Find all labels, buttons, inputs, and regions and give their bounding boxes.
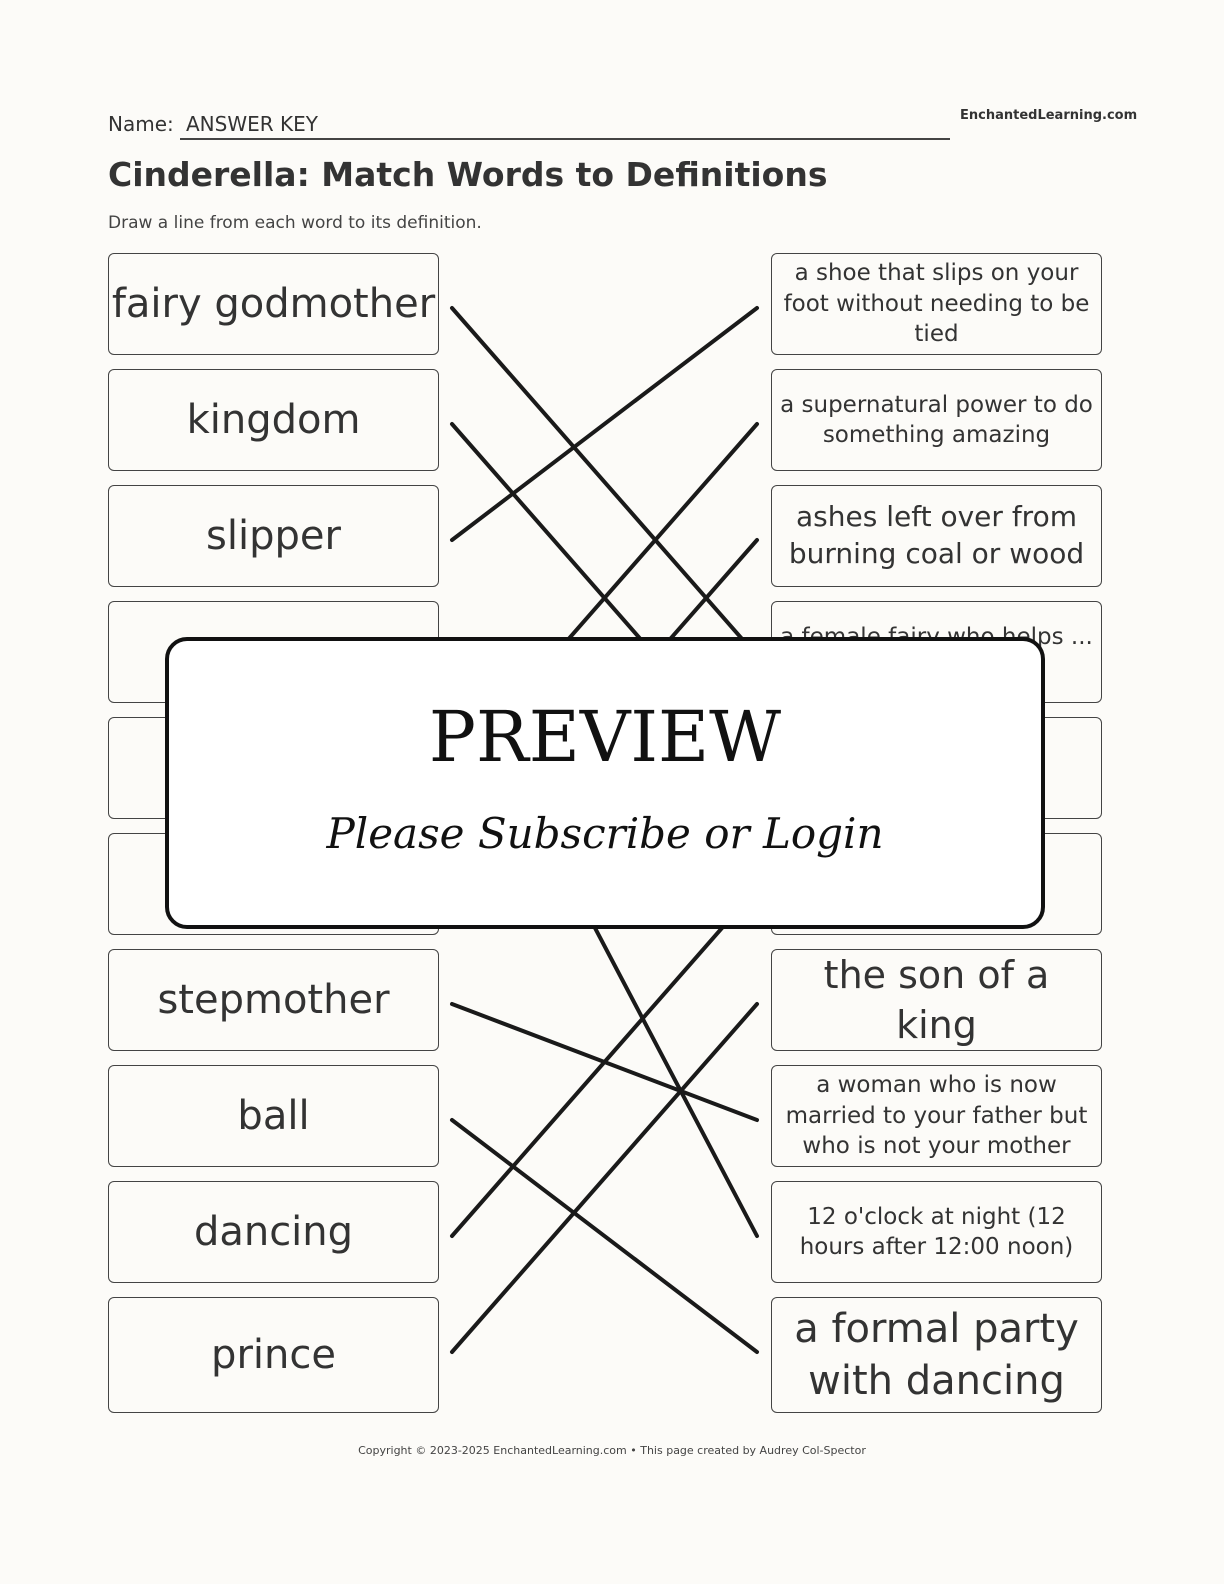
match-line xyxy=(450,886,759,1238)
match-line xyxy=(450,1118,759,1354)
preview-title: PREVIEW xyxy=(428,696,782,778)
preview-overlay[interactable]: PREVIEW Please Subscribe or Login xyxy=(165,637,1045,929)
preview-subtitle[interactable]: Please Subscribe or Login xyxy=(169,809,1041,858)
footer: Copyright © 2023-2025 EnchantedLearning.… xyxy=(358,1444,866,1457)
match-line xyxy=(450,1002,759,1354)
match-line xyxy=(450,306,759,658)
match-line xyxy=(450,306,759,542)
